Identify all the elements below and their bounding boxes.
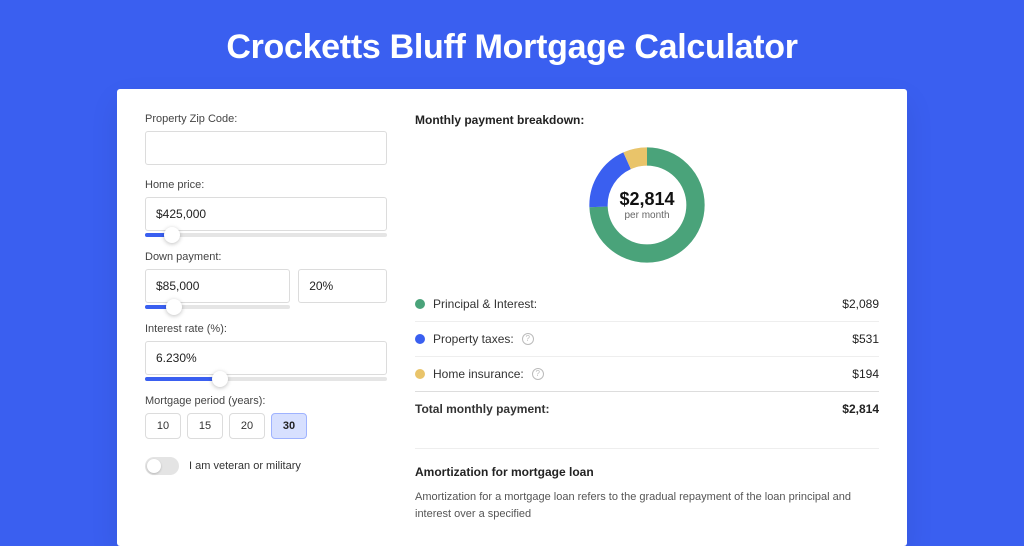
period-btn-15[interactable]: 15 xyxy=(187,413,223,439)
rate-field-block: Interest rate (%): xyxy=(145,323,387,381)
rate-label: Interest rate (%): xyxy=(145,323,387,335)
total-amount: $2,814 xyxy=(842,402,879,416)
price-slider[interactable] xyxy=(145,233,387,237)
veteran-toggle[interactable] xyxy=(145,457,179,475)
period-btn-10[interactable]: 10 xyxy=(145,413,181,439)
legend-dot-icon xyxy=(415,334,425,344)
breakdown-row: Principal & Interest: $2,089 xyxy=(415,287,879,321)
down-amount-input[interactable] xyxy=(145,269,290,303)
donut-chart: $2,814 per month xyxy=(583,141,711,269)
breakdown-row-label: Home insurance: xyxy=(433,367,524,381)
down-slider[interactable] xyxy=(145,305,290,309)
total-label: Total monthly payment: xyxy=(415,402,549,416)
breakdown-row-label: Principal & Interest: xyxy=(433,297,537,311)
breakdown-rows: Principal & Interest: $2,089 Property taxe… xyxy=(415,287,879,391)
legend-dot-icon xyxy=(415,369,425,379)
down-slider-handle[interactable] xyxy=(166,299,182,315)
breakdown-row-amount: $531 xyxy=(852,332,879,346)
period-label: Mortgage period (years): xyxy=(145,395,387,407)
breakdown-row-left: Principal & Interest: xyxy=(415,297,537,311)
zip-input[interactable] xyxy=(145,131,387,165)
breakdown-row-amount: $2,089 xyxy=(842,297,879,311)
breakdown-row-amount: $194 xyxy=(852,367,879,381)
calculator-card: Property Zip Code: Home price: Down paym… xyxy=(117,89,907,546)
info-icon[interactable]: ? xyxy=(522,333,534,345)
legend-dot-icon xyxy=(415,299,425,309)
period-btn-20[interactable]: 20 xyxy=(229,413,265,439)
breakdown-row-left: Property taxes:? xyxy=(415,332,534,346)
form-panel: Property Zip Code: Home price: Down paym… xyxy=(145,113,387,522)
period-btn-30[interactable]: 30 xyxy=(271,413,307,439)
veteran-label: I am veteran or military xyxy=(189,460,301,472)
amort-title: Amortization for mortgage loan xyxy=(415,465,879,479)
donut-center: $2,814 per month xyxy=(583,141,711,269)
breakdown-row: Home insurance:? $194 xyxy=(415,356,879,391)
zip-field-block: Property Zip Code: xyxy=(145,113,387,165)
down-field-block: Down payment: xyxy=(145,251,387,309)
page-header: Crocketts Bluff Mortgage Calculator xyxy=(0,0,1024,89)
rate-slider[interactable] xyxy=(145,377,387,381)
breakdown-panel: Monthly payment breakdown: $2,814 per mo… xyxy=(415,113,879,522)
info-icon[interactable]: ? xyxy=(532,368,544,380)
page-title: Crocketts Bluff Mortgage Calculator xyxy=(0,28,1024,67)
veteran-toggle-knob xyxy=(147,459,161,473)
down-pct-input[interactable] xyxy=(298,269,387,303)
breakdown-row-label: Property taxes: xyxy=(433,332,514,346)
rate-slider-handle[interactable] xyxy=(212,371,228,387)
period-field-block: Mortgage period (years): 10152030 xyxy=(145,395,387,439)
down-label: Down payment: xyxy=(145,251,387,263)
rate-input[interactable] xyxy=(145,341,387,375)
total-row: Total monthly payment: $2,814 xyxy=(415,391,879,426)
breakdown-row-left: Home insurance:? xyxy=(415,367,544,381)
price-label: Home price: xyxy=(145,179,387,191)
donut-wrap: $2,814 per month xyxy=(415,141,879,269)
donut-value: $2,814 xyxy=(619,189,674,210)
breakdown-row: Property taxes:? $531 xyxy=(415,321,879,356)
price-field-block: Home price: xyxy=(145,179,387,237)
price-slider-handle[interactable] xyxy=(164,227,180,243)
amort-text: Amortization for a mortgage loan refers … xyxy=(415,489,879,522)
zip-label: Property Zip Code: xyxy=(145,113,387,125)
rate-slider-fill xyxy=(145,377,220,381)
veteran-row: I am veteran or military xyxy=(145,457,387,475)
price-input[interactable] xyxy=(145,197,387,231)
amort-section: Amortization for mortgage loan Amortizat… xyxy=(415,448,879,522)
period-options: 10152030 xyxy=(145,413,387,439)
breakdown-title: Monthly payment breakdown: xyxy=(415,113,879,127)
donut-sub: per month xyxy=(624,210,669,221)
